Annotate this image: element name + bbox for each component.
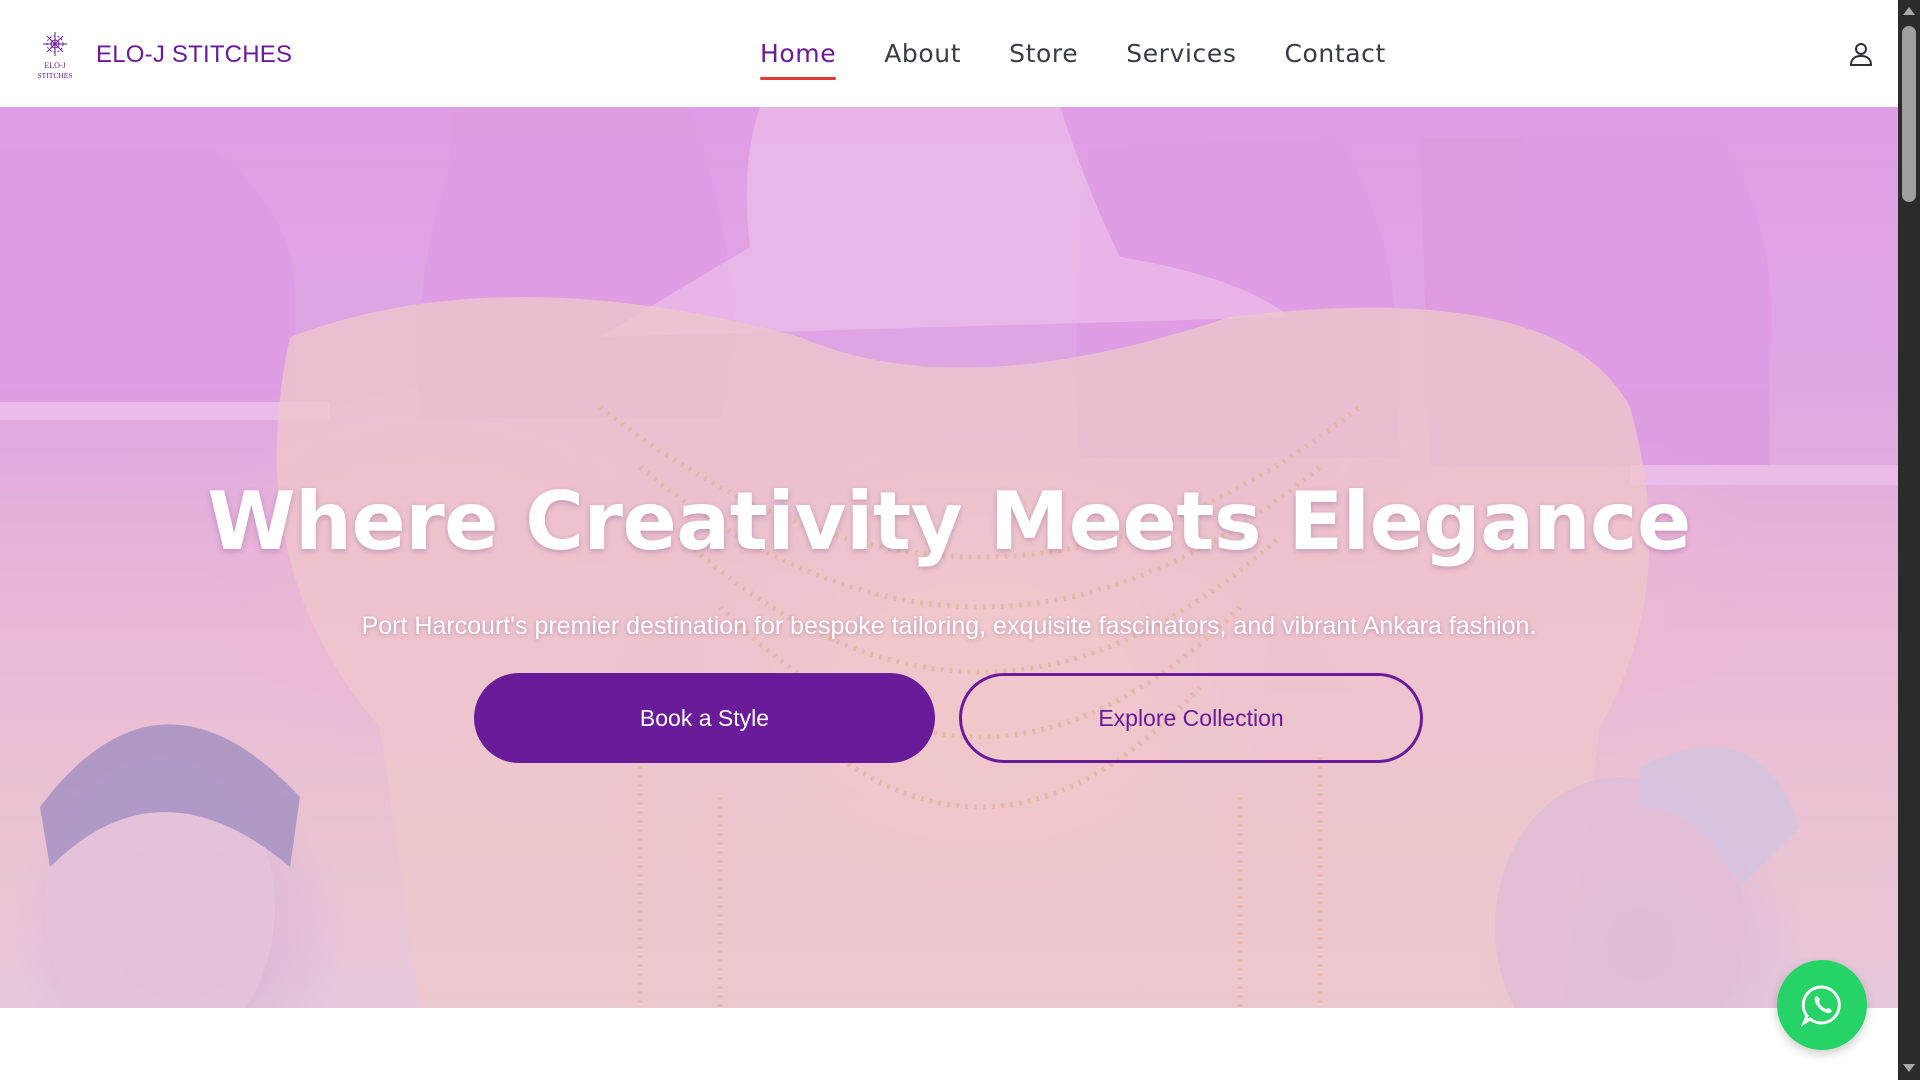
brand[interactable]: ELO-J STITCHES ELO-J STITCHES	[28, 28, 292, 82]
svg-text:ELO-J: ELO-J	[44, 61, 65, 70]
scroll-thumb[interactable]	[1902, 26, 1916, 202]
main-nav: Home About Store Services Contact	[760, 0, 1434, 107]
page-scrollbar[interactable]	[1898, 0, 1920, 1080]
hero-subtitle: Port Harcourt's premier destination for …	[361, 612, 1537, 640]
hero-section: Where Creativity Meets Elegance Port Har…	[0, 107, 1898, 1008]
explore-collection-button[interactable]: Explore Collection	[959, 673, 1423, 763]
whatsapp-button[interactable]	[1777, 960, 1867, 1050]
nav-contact[interactable]: Contact	[1284, 39, 1385, 68]
brand-logo: ELO-J STITCHES	[37, 32, 73, 80]
site-header: ELO-J STITCHES ELO-J STITCHES Home About…	[0, 0, 1898, 107]
nav-store[interactable]: Store	[1009, 39, 1078, 68]
brand-name: ELO-J STITCHES	[96, 41, 293, 68]
scroll-down-arrow-icon[interactable]	[1903, 1064, 1915, 1072]
nav-about[interactable]: About	[884, 39, 961, 68]
svg-text:STITCHES: STITCHES	[37, 71, 72, 80]
book-a-style-button[interactable]: Book a Style	[474, 673, 935, 763]
user-icon[interactable]	[1848, 41, 1874, 67]
nav-services[interactable]: Services	[1126, 39, 1236, 68]
nav-home[interactable]: Home	[760, 39, 837, 80]
hero-title: Where Creativity Meets Elegance	[207, 475, 1691, 568]
scroll-up-arrow-icon[interactable]	[1903, 7, 1915, 15]
whatsapp-icon	[1800, 985, 1841, 1028]
